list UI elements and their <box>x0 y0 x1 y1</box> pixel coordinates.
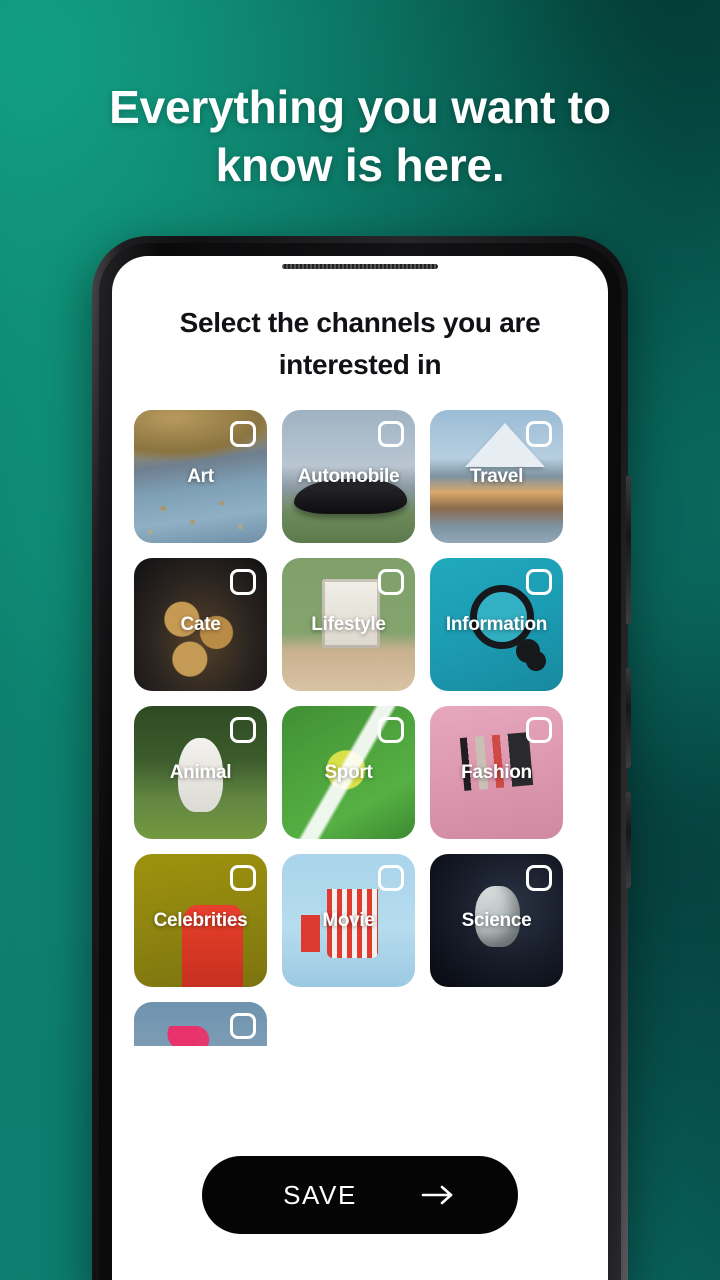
channel-checkbox[interactable] <box>526 865 552 891</box>
page-headline: Everything you want to know is here. <box>109 81 611 191</box>
channel-card-label: Sport <box>324 761 373 783</box>
earpiece-speaker-grille-icon <box>282 264 438 269</box>
channel-card[interactable]: Celebrities <box>134 854 267 987</box>
channel-checkbox[interactable] <box>378 717 404 743</box>
channel-checkbox[interactable] <box>230 717 256 743</box>
channel-card-label: Animal <box>169 761 232 783</box>
channel-checkbox[interactable] <box>230 421 256 447</box>
channel-card[interactable]: Art <box>134 410 267 543</box>
channel-card[interactable]: Cate <box>134 558 267 691</box>
channel-card[interactable]: Science <box>430 854 563 987</box>
channel-checkbox[interactable] <box>378 421 404 447</box>
channel-card[interactable]: Travel <box>430 410 563 543</box>
channel-checkbox[interactable] <box>526 569 552 595</box>
channel-grid-scroll-area[interactable]: Art Automobile Travel Cate Lifestyle Informat… <box>112 410 608 1138</box>
app-title: Select the channels you are interested i… <box>179 307 541 380</box>
scroll-fade-overlay <box>112 1104 608 1138</box>
channel-card[interactable] <box>134 1002 267 1046</box>
channel-checkbox[interactable] <box>230 865 256 891</box>
channel-card[interactable]: Sport <box>282 706 415 839</box>
channel-card-label: Fashion <box>461 761 532 783</box>
channel-card[interactable]: Fashion <box>430 706 563 839</box>
save-button[interactable]: SAVE <box>202 1156 518 1234</box>
channel-card-label: Information <box>445 613 548 635</box>
channel-card-label: Movie <box>322 909 375 931</box>
channel-card[interactable]: Movie <box>282 854 415 987</box>
channel-grid: Art Automobile Travel Cate Lifestyle Informat… <box>112 410 608 1046</box>
channel-card[interactable]: Information <box>430 558 563 691</box>
channel-card-label: Art <box>187 465 214 487</box>
power-button[interactable] <box>626 668 631 768</box>
channel-card-label: Science <box>461 909 532 931</box>
volume-button[interactable] <box>626 476 631 624</box>
channel-card[interactable]: Lifestyle <box>282 558 415 691</box>
channel-checkbox[interactable] <box>230 1013 256 1039</box>
channel-card-label: Cate <box>180 613 221 635</box>
channel-checkbox[interactable] <box>526 421 552 447</box>
channel-card-label: Celebrities <box>153 909 248 931</box>
channel-checkbox[interactable] <box>526 717 552 743</box>
screen-bottom-area <box>112 1234 608 1280</box>
arrow-right-icon <box>421 1184 455 1206</box>
phone-screen: Select the channels you are interested i… <box>112 256 608 1280</box>
channel-checkbox[interactable] <box>378 569 404 595</box>
app-container: Select the channels you are interested i… <box>112 256 608 1280</box>
channel-card[interactable]: Animal <box>134 706 267 839</box>
channel-card-label: Lifestyle <box>311 613 386 635</box>
channel-card[interactable]: Automobile <box>282 410 415 543</box>
channel-checkbox[interactable] <box>230 569 256 595</box>
save-row: SAVE <box>112 1138 608 1234</box>
save-button-label: SAVE <box>283 1179 357 1210</box>
channel-checkbox[interactable] <box>378 865 404 891</box>
channel-card-label: Automobile <box>297 465 400 487</box>
extra-side-button[interactable] <box>626 792 631 888</box>
channel-card-label: Travel <box>469 465 524 487</box>
phone-mockup: Select the channels you are interested i… <box>92 236 631 1280</box>
